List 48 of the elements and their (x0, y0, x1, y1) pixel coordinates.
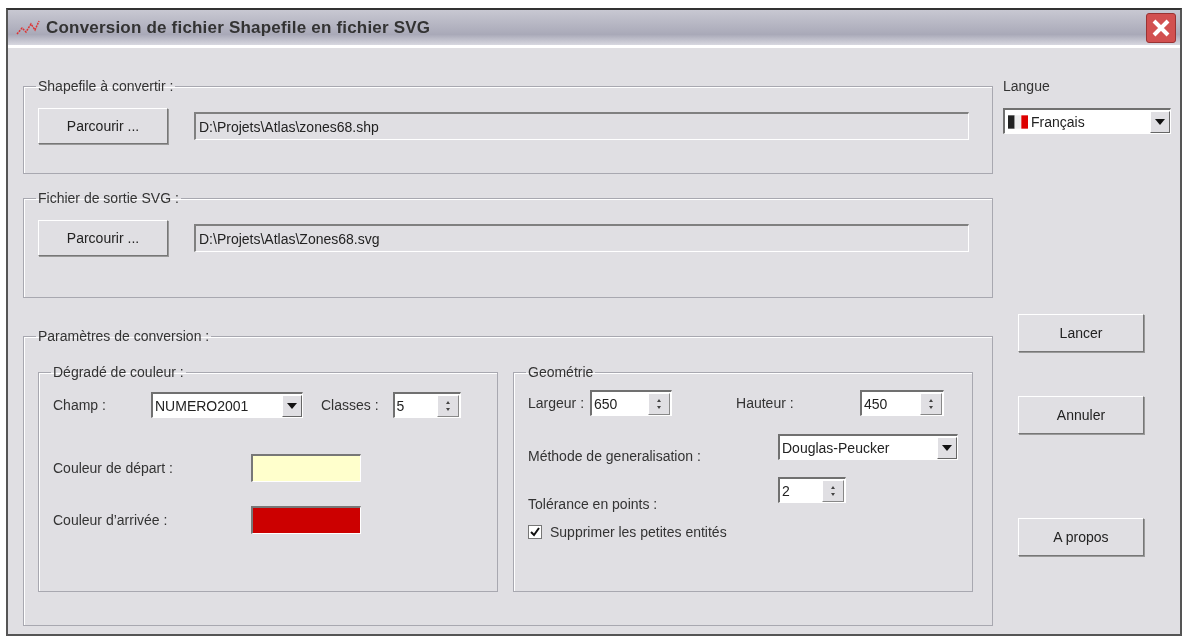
browse-button[interactable]: Parcourir ... (38, 220, 168, 256)
color-swatch[interactable] (251, 454, 361, 482)
group-title: Fichier de sortie SVG : (37, 190, 180, 206)
height-spinner[interactable]: 450 (860, 390, 945, 416)
dropdown-button[interactable] (1150, 110, 1170, 133)
action-button[interactable]: Lancer (1018, 314, 1144, 352)
width-label: Largeur : (528, 395, 585, 411)
tolerance-spinner[interactable]: 2 (778, 477, 846, 503)
window-title: Conversion de fichier Shapefile en fichier SVG (46, 17, 432, 38)
spinner-button[interactable] (822, 479, 844, 502)
path-field[interactable]: D:\Projets\Atlas\zones68.shp (194, 112, 969, 140)
caret-icon (1155, 118, 1165, 125)
chart-icon (16, 18, 40, 37)
language-label: Langue (1003, 78, 1051, 94)
color-label: Couleur d’arrivée : (53, 512, 169, 528)
caret-icon (942, 444, 952, 451)
check-icon (530, 527, 540, 537)
width-spinner[interactable]: 650 (590, 390, 673, 416)
color-label: Couleur de départ : (53, 460, 174, 476)
group-title: Paramètres de conversion : (37, 328, 211, 344)
classes-spinner[interactable]: 5 (392, 392, 461, 418)
spinner-button[interactable] (920, 392, 943, 415)
method-label: Méthode de generalisation : (528, 448, 702, 464)
spinner-button[interactable] (436, 394, 459, 417)
color-swatch[interactable] (251, 506, 361, 534)
checkbox-label: Supprimer les petites entités (550, 524, 727, 540)
group-title: Geométrie (527, 364, 595, 380)
action-button[interactable]: A propos (1018, 518, 1144, 556)
group-title: Dégradé de couleur : (52, 364, 185, 380)
browse-button[interactable]: Parcourir ... (38, 108, 168, 144)
spinner-button[interactable] (648, 392, 671, 415)
group-title: Shapefile à convertir : (37, 78, 175, 94)
height-label: Hauteur : (736, 395, 795, 411)
checkbox[interactable] (528, 525, 542, 539)
caret-icon (287, 402, 297, 409)
tolerance-label: Tolérance en points : (528, 496, 659, 512)
method-dropdown[interactable]: Douglas-Peucker (778, 434, 958, 460)
dropdown-button[interactable] (282, 394, 302, 417)
close-button[interactable] (1146, 12, 1176, 43)
field-label: Champ : (53, 397, 107, 413)
language-dropdown[interactable]: Français (1003, 108, 1171, 134)
close-icon (1151, 17, 1171, 38)
path-field[interactable]: D:\Projets\Atlas\Zones68.svg (194, 224, 969, 252)
dropdown-button[interactable] (937, 436, 957, 459)
field-dropdown[interactable]: NUMERO2001 (151, 392, 303, 418)
classes-label: Classes : (321, 397, 379, 413)
action-button[interactable]: Annuler (1018, 396, 1144, 434)
flag-icon (1008, 114, 1028, 129)
